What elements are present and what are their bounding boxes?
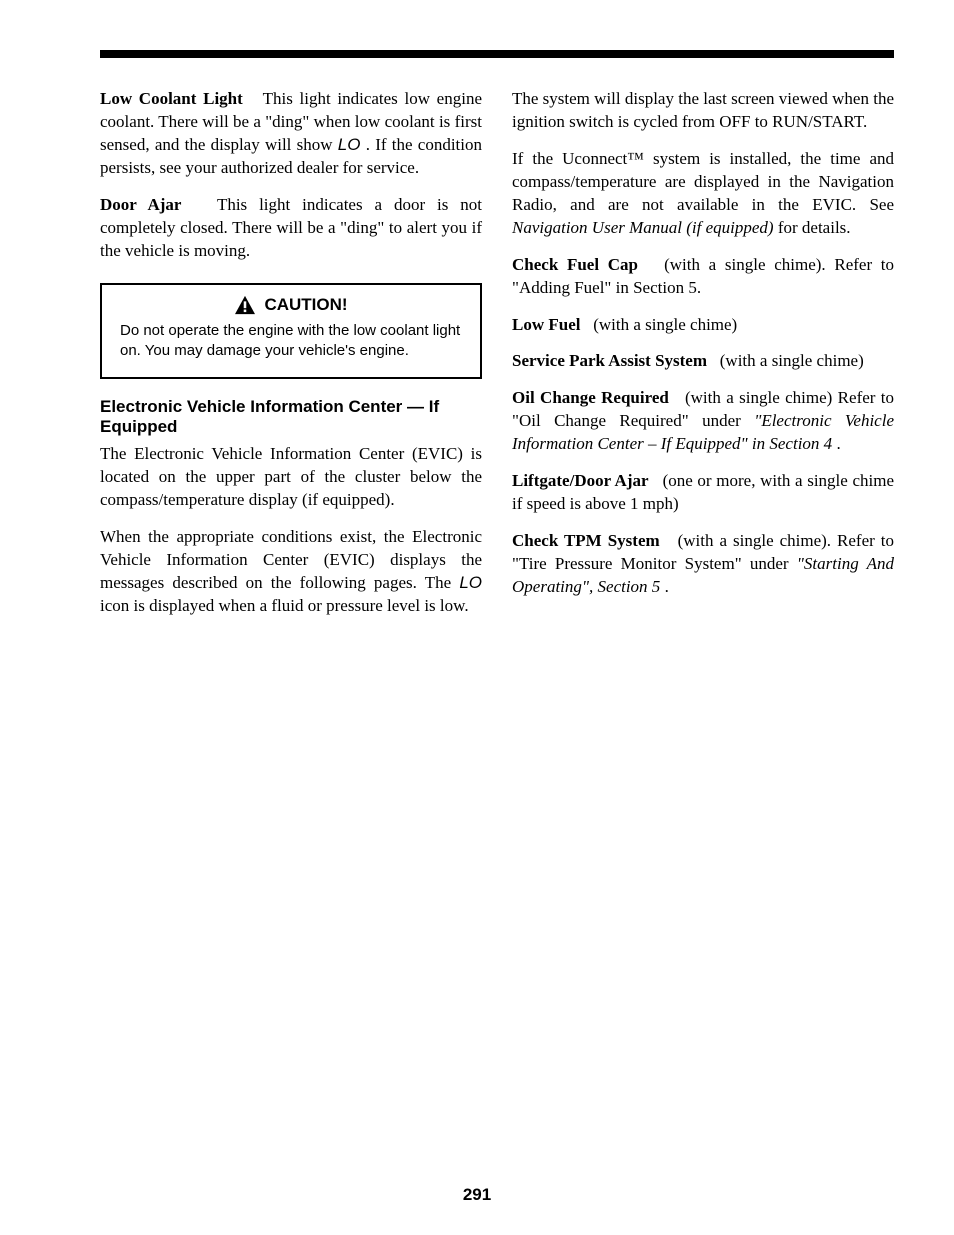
two-column-layout: Low Coolant Light This light indicates l… [100,88,894,618]
text-evic-b: icon is displayed when a fluid or pressu… [100,596,469,615]
para-low-coolant: Low Coolant Light This light indicates l… [100,88,482,180]
caution-body: Do not operate the engine with the low c… [120,321,462,362]
label-door-ajar: Door Ajar [100,195,181,214]
warning-triangle-icon [234,295,256,315]
label-liftgate: Liftgate/Door Ajar [512,471,649,490]
label-check-tpm: Check TPM System [512,531,660,550]
text-low-fuel: (with a single chime) [593,315,737,334]
para-last-screen: The system will display the last screen … [512,88,894,134]
para-liftgate-door-ajar: Liftgate/Door Ajar (one or more, with a … [512,470,894,516]
right-column: The system will display the last screen … [512,88,894,618]
para-check-tpm: Check TPM System (with a single chime). … [512,530,894,599]
label-oil-change: Oil Change Required [512,388,669,407]
label-service-park-assist: Service Park Assist System [512,351,707,370]
icon-lo-1: LO [338,135,361,154]
para-check-fuel-cap: Check Fuel Cap (with a single chime). Re… [512,254,894,300]
label-low-fuel: Low Fuel [512,315,580,334]
text-uconnect-b: for details. [778,218,851,237]
para-door-ajar: Door Ajar This light indicates a door is… [100,194,482,263]
subheading-evic: Electronic Vehicle Information Center — … [100,397,482,437]
caution-header: CAUTION! [120,295,462,315]
page-number: 291 [0,1185,954,1205]
top-divider [100,50,894,58]
para-uconnect: If the Uconnect™ system is installed, th… [512,148,894,240]
para-oil-change: Oil Change Required (with a single chime… [512,387,894,456]
para-evic-intro: The Electronic Vehicle Information Cente… [100,443,482,512]
para-evic-messages: When the appropriate conditions exist, t… [100,526,482,618]
caution-box: CAUTION! Do not operate the engine with … [100,283,482,380]
text-oil-change-b: . [836,434,840,453]
text-evic-a: When the appropriate conditions exist, t… [100,527,482,592]
caution-heading-text: CAUTION! [264,295,347,315]
label-low-coolant: Low Coolant Light [100,89,243,108]
label-check-fuel-cap: Check Fuel Cap [512,255,638,274]
para-service-park-assist: Service Park Assist System (with a singl… [512,350,894,373]
text-service-park-assist: (with a single chime) [720,351,864,370]
text-uconnect-a: If the Uconnect™ system is installed, th… [512,149,894,214]
text-uconnect-ital: Navigation User Manual (if equipped) [512,218,774,237]
text-check-tpm-b: . [665,577,669,596]
left-column: Low Coolant Light This light indicates l… [100,88,482,618]
para-low-fuel: Low Fuel (with a single chime) [512,314,894,337]
icon-lo-2: LO [459,573,482,592]
